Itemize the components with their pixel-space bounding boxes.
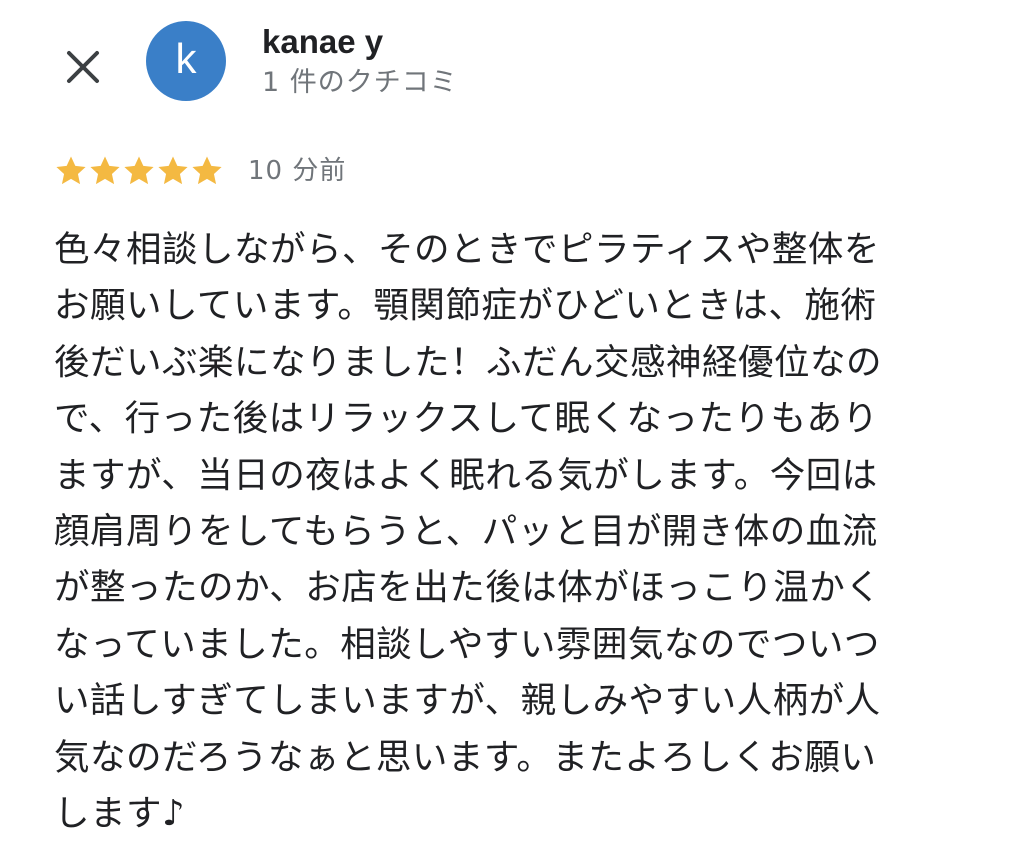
avatar[interactable]: k	[146, 21, 226, 101]
review-text-line: します♪	[54, 792, 186, 834]
review-text-line: 色々相談しながら、そのときでピラティスや整体を	[54, 229, 880, 270]
star-icon	[56, 156, 86, 185]
review-text-line: で、行った後はリラックスして眠くなったりもあり	[54, 398, 879, 440]
review-text-line: が整ったのか、お店を出た後は体がほっこり温かく	[54, 567, 882, 609]
review-time: 10 分前	[248, 156, 347, 186]
rating-row: 10 分前	[54, 151, 346, 191]
review-text-line: 後だいぶ楽になりました！ふだん交感神経優位なの	[54, 341, 883, 383]
reviewer-name[interactable]: kanae y	[262, 22, 383, 62]
review-text-line: ますが、当日の夜はよく眠れる気がします。今回は	[54, 454, 878, 496]
star-rating	[54, 154, 224, 188]
review-text-line: 顔肩周りをしてもらうと、パッと目が開き体の血流	[54, 510, 878, 552]
review-text-line: い話しすぎてしまいますが、親しみやすい人柄が人	[54, 680, 881, 722]
review-text-line: 気なのだろうなぁと思います。またよろしくお願い	[54, 736, 877, 778]
reviewer-review-count: 1 件のクチコミ	[262, 67, 458, 98]
star-icon	[124, 156, 154, 185]
star-icon	[192, 156, 222, 185]
close-icon	[67, 51, 99, 83]
review-card: k kanae y 1 件のクチコミ 10 分前 色々相談しながら、そのときでピ…	[0, 0, 1024, 850]
review-text-line: なっていました。相談しやすい雰囲気なのでついつ	[54, 623, 880, 665]
star-icon	[90, 156, 120, 185]
close-button[interactable]	[58, 42, 108, 92]
review-text: 色々相談しながら、そのときでピラティスや整体を お願いしています。顎関節症がひどい…	[54, 222, 954, 842]
review-text-line: お願いしています。顎関節症がひどいときは、施術	[54, 285, 877, 327]
star-icon	[158, 156, 188, 185]
